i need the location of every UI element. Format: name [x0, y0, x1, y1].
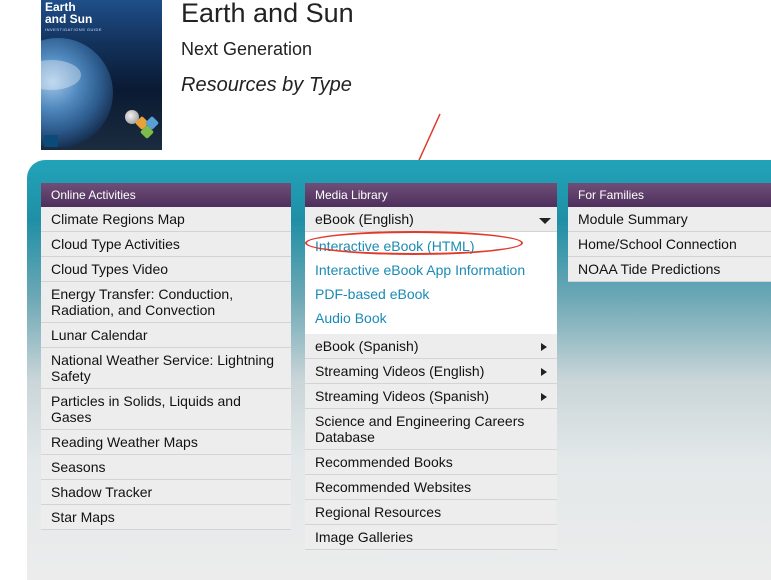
menu-item-label: NOAA Tide Predictions — [578, 261, 721, 277]
interactive-ebook-app-info-link[interactable]: Interactive eBook App Information — [305, 258, 557, 282]
online-activities-column: Online Activities Climate Regions Map Clo… — [41, 183, 291, 530]
for-families-heading: For Families — [568, 183, 771, 207]
module-cover-image[interactable]: Earth and Sun INVESTIGATIONS GUIDE — [41, 0, 162, 150]
online-activity-item[interactable]: Energy Transfer: Conduction, Radiation, … — [41, 282, 291, 323]
for-families-item[interactable]: Home/School Connection — [568, 232, 771, 257]
section-title: Resources by Type — [181, 74, 352, 96]
menu-item-label: Home/School Connection — [578, 236, 737, 252]
menu-item-label: Streaming Videos (English) — [315, 363, 485, 379]
chevron-right-icon[interactable] — [541, 343, 547, 351]
online-activity-item[interactable]: Reading Weather Maps — [41, 430, 291, 455]
menu-item-label: Recommended Websites — [315, 479, 472, 495]
chevron-right-icon[interactable] — [541, 368, 547, 376]
online-activity-item[interactable]: Star Maps — [41, 505, 291, 530]
online-activity-item[interactable]: Cloud Type Activities — [41, 232, 291, 257]
media-library-item[interactable]: Recommended Websites — [305, 475, 557, 500]
menu-item-label: National Weather Service: Lightning Safe… — [51, 352, 275, 384]
caret-down-icon[interactable] — [539, 218, 551, 224]
online-activity-item[interactable]: Cloud Types Video — [41, 257, 291, 282]
ebook-english-submenu: Interactive eBook (HTML) Interactive eBo… — [305, 231, 557, 334]
cover-subtitle: INVESTIGATIONS GUIDE — [45, 27, 103, 32]
earth-illustration — [41, 38, 113, 148]
menu-item-label: Image Galleries — [315, 529, 414, 545]
media-library-item[interactable]: eBook (Spanish) — [305, 334, 557, 359]
menu-item-label: Cloud Type Activities — [51, 236, 180, 252]
audio-book-link[interactable]: Audio Book — [305, 306, 557, 330]
online-activity-item[interactable]: Shadow Tracker — [41, 480, 291, 505]
chevron-right-icon[interactable] — [541, 393, 547, 401]
for-families-item[interactable]: NOAA Tide Predictions — [568, 257, 771, 282]
page-title: Earth and Sun — [181, 0, 354, 28]
for-families-column: For Families Module Summary Home/School C… — [568, 183, 771, 282]
online-activity-item[interactable]: Climate Regions Map — [41, 207, 291, 232]
media-library-item[interactable]: Regional Resources — [305, 500, 557, 525]
menu-item-label: Climate Regions Map — [51, 211, 185, 227]
page-subtitle: Next Generation — [181, 39, 313, 59]
for-families-item[interactable]: Module Summary — [568, 207, 771, 232]
online-activity-item[interactable]: Particles in Solids, Liquids and Gases — [41, 389, 291, 430]
menu-item-ebook-english[interactable]: eBook (English) — [305, 207, 557, 232]
media-library-item[interactable]: Streaming Videos (Spanish) — [305, 384, 557, 409]
menu-item-label: Module Summary — [578, 211, 688, 227]
online-activity-item[interactable]: National Weather Service: Lightning Safe… — [41, 348, 291, 389]
media-library-item[interactable]: Science and Engineering Careers Database — [305, 409, 557, 450]
menu-item-label: Energy Transfer: Conduction, Radiation, … — [51, 286, 234, 318]
menu-item-label: Cloud Types Video — [51, 261, 169, 277]
menu-item-label: Regional Resources — [315, 504, 442, 520]
media-library-column: Media Library eBook (English) Interactiv… — [305, 183, 557, 550]
menu-item-label: Seasons — [51, 459, 106, 475]
menu-item-label: Shadow Tracker — [51, 484, 153, 500]
menu-item-label: Star Maps — [51, 509, 115, 525]
pdf-ebook-link[interactable]: PDF-based eBook — [305, 282, 557, 306]
menu-item-label: Recommended Books — [315, 454, 453, 470]
media-library-item[interactable]: Streaming Videos (English) — [305, 359, 557, 384]
menu-item-label: Particles in Solids, Liquids and Gases — [51, 393, 241, 425]
online-activities-heading: Online Activities — [41, 183, 291, 207]
cover-title: Earth and Sun — [45, 0, 93, 26]
menu-item-label: eBook (English) — [315, 211, 414, 227]
media-library-item[interactable]: Image Galleries — [305, 525, 557, 550]
menu-item-label: Reading Weather Maps — [51, 434, 198, 450]
menu-item-label: Streaming Videos (Spanish) — [315, 388, 490, 404]
menu-item-label: eBook (Spanish) — [315, 338, 419, 354]
media-library-heading: Media Library — [305, 183, 557, 207]
page-header: Earth and Sun INVESTIGATIONS GUIDE Earth… — [0, 0, 771, 160]
menu-item-label: Lunar Calendar — [51, 327, 148, 343]
online-activity-item[interactable]: Seasons — [41, 455, 291, 480]
menu-item-label: Science and Engineering Careers Database — [315, 413, 525, 445]
foss-logo — [44, 135, 58, 147]
interactive-ebook-html-link[interactable]: Interactive eBook (HTML) — [305, 234, 557, 258]
online-activity-item[interactable]: Lunar Calendar — [41, 323, 291, 348]
media-library-item[interactable]: Recommended Books — [305, 450, 557, 475]
